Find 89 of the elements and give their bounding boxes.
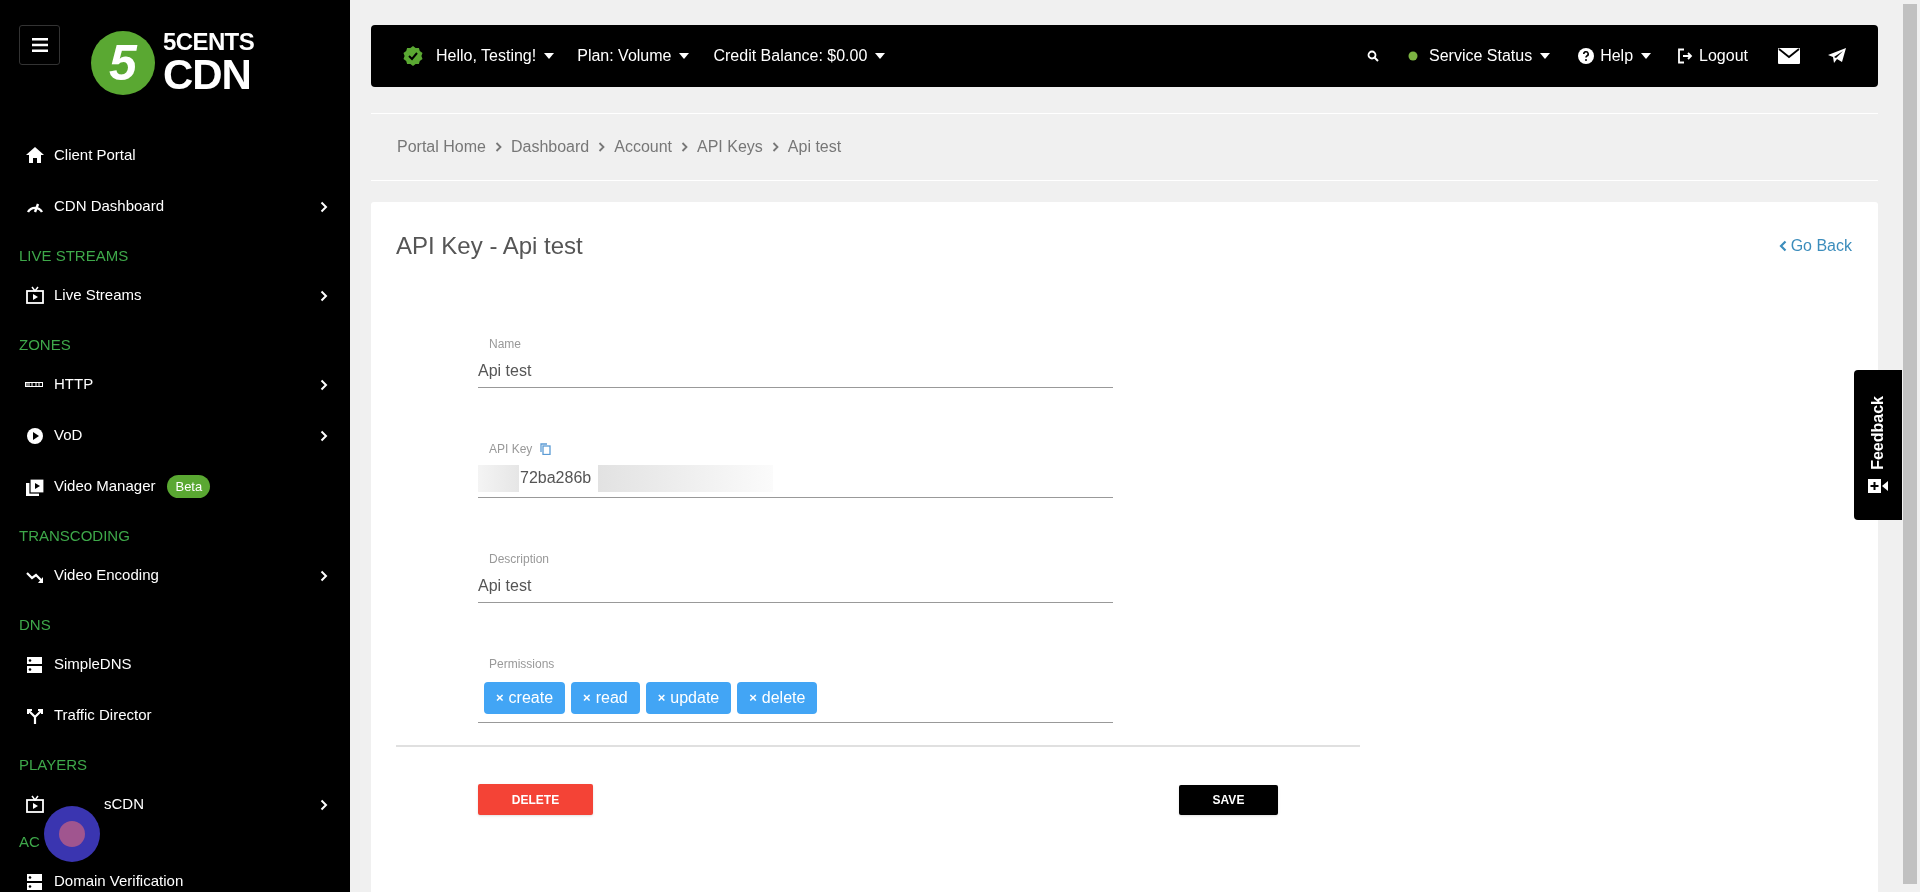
- chevron-right-icon: [320, 378, 328, 391]
- help-menu[interactable]: Help: [1578, 36, 1652, 76]
- api-key-field[interactable]: 72ba286b: [478, 459, 1113, 498]
- caret-icon: [1641, 53, 1652, 59]
- logo-text: CDN: [163, 54, 252, 96]
- logo-text: 5CENTS: [163, 30, 255, 54]
- section-heading: PLAYERS: [19, 757, 88, 772]
- sidebar-item[interactable]: SimpleDNS: [0, 639, 350, 690]
- chevron-right-icon: [320, 798, 328, 811]
- breadcrumb-link[interactable]: Account: [614, 135, 672, 159]
- tv-icon: [25, 285, 45, 306]
- video-add-icon: [1868, 477, 1888, 494]
- logout-icon: [1677, 48, 1694, 64]
- plan-menu[interactable]: Plan: Volume: [577, 36, 690, 76]
- section-heading: TRANSCODING: [19, 528, 130, 543]
- caret-icon: [544, 53, 555, 59]
- caret-icon: [875, 53, 886, 59]
- status-dot-icon: [1408, 51, 1418, 61]
- breadcrumb-link[interactable]: Portal Home: [397, 135, 486, 159]
- tv-icon: [25, 794, 45, 815]
- beta-badge: Beta: [167, 474, 211, 499]
- field-label: Permissions: [489, 656, 555, 673]
- page-title: API Key - Api test: [396, 231, 583, 261]
- permission-tag: × create: [484, 682, 566, 714]
- mail-button[interactable]: [1778, 48, 1800, 64]
- credit-menu[interactable]: Credit Balance: $0.00: [713, 36, 886, 76]
- menu-button[interactable]: [19, 25, 60, 65]
- permission-tag: × delete: [737, 682, 818, 714]
- sidebar-item[interactable]: sCDN: [0, 779, 350, 830]
- logo-badge: 5: [91, 31, 155, 95]
- field-label: API Key: [489, 441, 533, 458]
- verified-badge-icon: [403, 46, 423, 66]
- copy-icon: [540, 443, 552, 455]
- breadcrumb-link[interactable]: API Keys: [697, 135, 763, 159]
- service-status-menu[interactable]: Service Status: [1408, 36, 1551, 76]
- chevron-left-icon: [1778, 240, 1787, 252]
- save-button[interactable]: SAVE: [1179, 784, 1278, 815]
- copy-button[interactable]: [540, 443, 552, 455]
- api-key-value: 72ba286b: [519, 468, 593, 488]
- permission-tag: × update: [645, 682, 732, 714]
- send-icon: [1828, 48, 1846, 64]
- sidebar-item[interactable]: VoD: [0, 410, 350, 461]
- server-icon: [25, 654, 45, 675]
- field-label: Name: [489, 336, 521, 353]
- text-field[interactable]: Api test: [478, 569, 1113, 603]
- chevron-right-icon: [320, 200, 328, 213]
- section-heading: DNS: [19, 617, 51, 632]
- go-back-link[interactable]: Go Back: [1778, 234, 1852, 258]
- sidebar-item[interactable]: Video Manager Beta: [0, 461, 350, 512]
- menu-icon: [31, 38, 48, 52]
- chevron-right-icon: [320, 569, 328, 582]
- play-icon: [25, 425, 45, 446]
- chevron-right-icon: [681, 142, 688, 152]
- chevron-right-icon: [320, 289, 328, 302]
- text-field[interactable]: Api test: [478, 354, 1113, 388]
- video-library-icon: [25, 476, 45, 497]
- cursor-indicator: [44, 806, 100, 862]
- chevron-right-icon: [771, 142, 779, 152]
- sidebar-item[interactable]: Domain Verification: [0, 856, 350, 892]
- section-heading: ZONES: [19, 337, 71, 352]
- permission-tag: × read: [571, 682, 640, 714]
- home-icon: [25, 145, 45, 166]
- sidebar-item[interactable]: Client Portal: [0, 130, 350, 181]
- logout-link[interactable]: Logout: [1677, 36, 1748, 76]
- breadcrumb-current: Api test: [787, 137, 842, 157]
- sidebar-item[interactable]: CDN Dashboard: [0, 181, 350, 232]
- search-icon: [1367, 50, 1379, 62]
- sidebar-item[interactable]: Video Encoding: [0, 550, 350, 601]
- feedback-tab[interactable]: Feedback: [1854, 370, 1902, 520]
- send-button[interactable]: [1828, 48, 1846, 64]
- delete-button[interactable]: DELETE: [478, 784, 593, 815]
- section-heading: AC: [19, 834, 40, 849]
- caret-icon: [1540, 53, 1551, 59]
- chevron-right-icon: [320, 429, 328, 442]
- scrollbar-thumb[interactable]: [1903, 4, 1917, 884]
- caret-icon: [679, 53, 690, 59]
- chevron-right-icon: [598, 142, 606, 152]
- mail-icon: [1778, 48, 1800, 64]
- breadcrumb-link[interactable]: Dashboard: [510, 135, 590, 159]
- sidebar-item[interactable]: Traffic Director: [0, 690, 350, 741]
- user-menu[interactable]: Hello, Testing!: [403, 36, 555, 76]
- sidebar-item[interactable]: HTTP: [0, 359, 350, 410]
- sidebar-item[interactable]: Live Streams: [0, 270, 350, 321]
- section-heading: LIVE STREAMS: [19, 248, 129, 263]
- field-label: Description: [489, 551, 550, 568]
- help-icon: [1578, 48, 1595, 64]
- chevron-right-icon: [494, 142, 502, 152]
- http-icon: [25, 382, 43, 387]
- redaction-blur: [478, 464, 519, 492]
